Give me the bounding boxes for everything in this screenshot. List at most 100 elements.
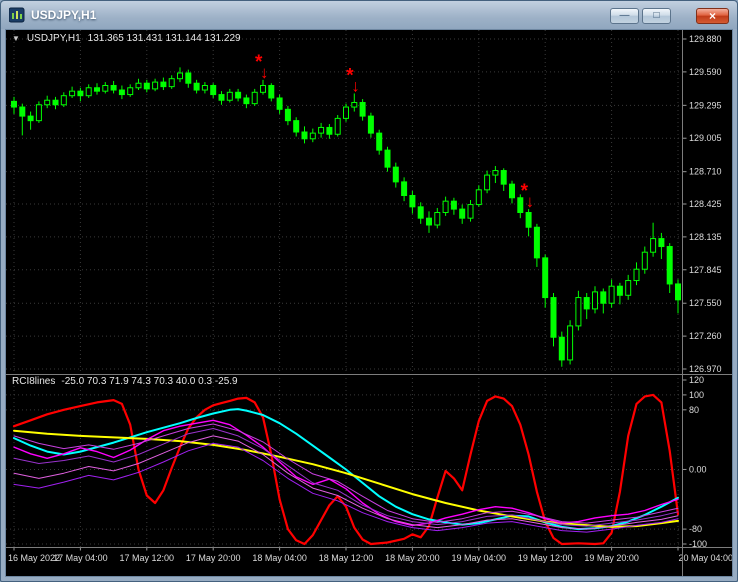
candle-body: [666, 246, 673, 285]
candle-body: [143, 82, 150, 90]
price-axis-label: 129.880: [689, 34, 722, 44]
candle-body: [384, 149, 391, 168]
minimize-button[interactable]: —: [610, 8, 639, 24]
candle-body: [426, 217, 432, 226]
window-title: USDJPY,H1: [31, 8, 97, 22]
candle-body: [450, 200, 457, 210]
candle-body: [509, 183, 515, 199]
candle-body: [475, 189, 482, 206]
candle-body: [600, 291, 607, 304]
price-axis-label: 128.135: [689, 232, 722, 242]
price-axis-label: 126.970: [689, 364, 722, 374]
chart-client-area: 16 May 2022 17 May 04:00 17 May 12:00 17 Ma…: [5, 29, 733, 577]
indicator-axis-label: 80: [689, 405, 699, 415]
candle-body: [434, 212, 441, 226]
candle-body: [650, 238, 657, 253]
candle-body: [326, 126, 333, 135]
candle-body: [11, 100, 17, 108]
candle-body: [77, 90, 84, 97]
candle-body: [193, 82, 200, 91]
chart-canvas[interactable]: 16 May 202217 May 04:00 17 May 12:00 17 Ma…: [6, 30, 733, 577]
candle-body: [218, 94, 225, 101]
time-axis-label: 19 May 04:00: [452, 553, 507, 563]
time-axis-label: 19 May 20:00: [584, 553, 639, 563]
candle-body: [19, 106, 26, 117]
candle-body: [608, 285, 615, 304]
indicator-axis-label: 120: [689, 375, 704, 385]
sell-signal-arrow: ↓: [260, 63, 269, 82]
candle-body: [260, 84, 266, 93]
time-axis-label: 19 May 12:00: [518, 553, 573, 563]
close-icon: ×: [708, 9, 716, 23]
candle-body: [152, 81, 159, 90]
price-axis-label: 128.710: [689, 167, 722, 177]
candle-body: [251, 91, 258, 105]
indicator-axis-label: 100: [689, 390, 704, 400]
window-icon: [8, 7, 25, 23]
candle-body: [318, 126, 325, 134]
sell-signal-arrow: ↓: [526, 192, 535, 211]
candle-body: [367, 115, 374, 134]
candle-body: [467, 204, 474, 219]
candle-body: [658, 238, 665, 248]
candle-body: [44, 99, 51, 106]
candle-body: [177, 72, 183, 80]
close-button[interactable]: ×: [696, 8, 729, 24]
candle-body: [85, 87, 92, 97]
candle-body: [52, 99, 59, 106]
minimize-icon: —: [619, 10, 630, 21]
one-click-trading-toggle[interactable]: ▼: [12, 33, 20, 44]
candle-body: [376, 132, 383, 151]
candle-body: [417, 206, 424, 219]
candle-body: [27, 115, 34, 122]
candle-body: [293, 120, 300, 133]
candle-body: [592, 291, 598, 310]
candle-body: [392, 166, 399, 183]
chart-window: USDJPY,H1 — □ × 16 May 2022 17 May 04:00 1…: [0, 0, 738, 582]
candle-body: [401, 181, 408, 196]
candle-body: [359, 102, 366, 117]
time-axis-label: 18 May 12:00: [319, 553, 374, 563]
price-axis-label: 127.550: [689, 298, 722, 308]
candle-body: [118, 89, 125, 96]
candle-body: [135, 82, 142, 89]
candle-body: [110, 84, 117, 91]
time-axis-label: 18 May 04:00: [252, 553, 307, 563]
time-axis-label: 17 May 20:00: [186, 553, 241, 563]
time-axis-label: 20 May 04:00: [678, 553, 733, 563]
candle-body: [442, 200, 449, 214]
candle-body: [550, 297, 557, 338]
candle-body: [500, 170, 507, 185]
candle-body: [284, 108, 291, 122]
candle-body: [226, 91, 233, 101]
maximize-button[interactable]: □: [642, 8, 671, 24]
candle-body: [210, 84, 217, 96]
candle-body: [351, 102, 358, 108]
candle-body: [235, 91, 242, 99]
candle-body: [533, 226, 540, 259]
price-axis-label: 127.260: [689, 331, 722, 341]
candle-body: [558, 336, 565, 361]
candle-body: [616, 285, 623, 296]
candle-body: [35, 104, 42, 122]
price-axis-label: 129.295: [689, 100, 722, 110]
indicator-axis-label: -80: [689, 524, 702, 534]
price-axis-label: 129.005: [689, 133, 722, 143]
candle-body: [94, 87, 100, 92]
candle-body: [268, 84, 275, 99]
candle-body: [409, 194, 416, 208]
title-bar[interactable]: USDJPY,H1 — □ ×: [1, 1, 737, 29]
candle-body: [60, 95, 67, 106]
candle-body: [525, 212, 532, 228]
candle-body: [243, 97, 250, 105]
indicator-axis-label: 0.00: [689, 464, 707, 474]
candle-body: [633, 268, 640, 282]
candle-body: [492, 170, 499, 176]
candle-body: [567, 325, 574, 361]
candle-body: [168, 78, 175, 88]
maximize-icon: □: [653, 10, 660, 21]
candle-body: [69, 90, 76, 97]
time-axis-label: 17 May 12:00: [120, 553, 175, 563]
time-axis-label: 18 May 20:00: [385, 553, 440, 563]
time-axis-label: 17 May 04:00: [53, 553, 108, 563]
